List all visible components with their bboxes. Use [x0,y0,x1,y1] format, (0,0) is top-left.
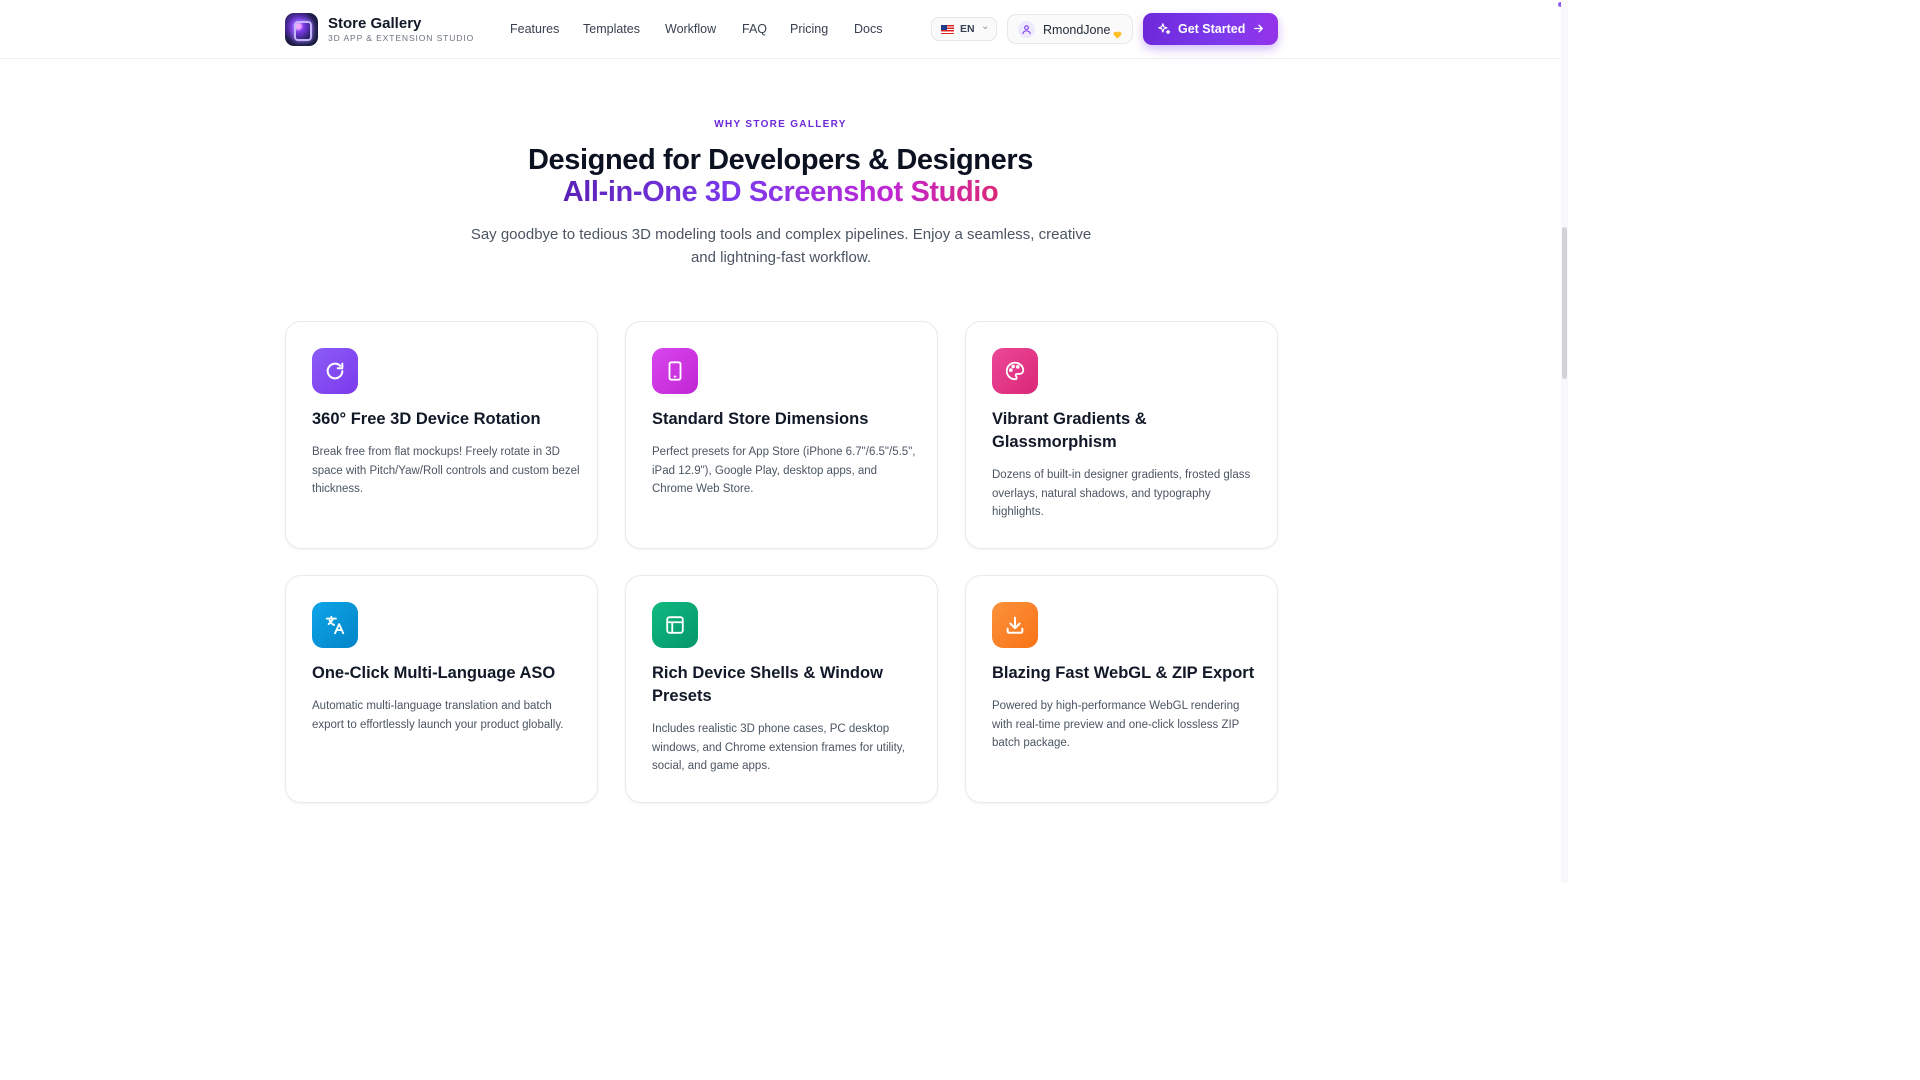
arrow-right-icon [1252,22,1265,40]
nav-link-faq[interactable]: FAQ [742,22,767,36]
translate-icon [312,602,358,648]
nav-link-workflow[interactable]: Workflow [665,22,716,36]
section-subtitle: Say goodbye to tedious 3D modeling tools… [470,226,1092,266]
feature-card: One-Click Multi-Language ASO Automatic m… [285,575,598,803]
chevron-down-icon: ⌄ [981,21,990,32]
app-logo-icon[interactable] [285,13,318,46]
brand-name[interactable]: Store Gallery [328,15,421,32]
user-name: RmondJone [1043,23,1111,37]
palette-icon [992,348,1038,394]
feature-description: Dozens of built-in designer gradients, f… [992,469,1251,519]
feature-card: Standard Store Dimensions Perfect preset… [625,321,938,549]
feature-title: Standard Store Dimensions [652,410,869,428]
feature-card: Vibrant Gradients & Glassmorphism Dozens… [965,321,1278,549]
heart-badge-icon [1113,26,1122,39]
feature-title: 360° Free 3D Device Rotation [312,410,541,428]
brand-subtitle: 3D APP & EXTENSION STUDIO [328,33,475,43]
nav-link-docs[interactable]: Docs [854,22,882,36]
language-code: EN [960,23,975,35]
scrollbar-track[interactable] [1561,0,1568,883]
sparkles-icon [1157,22,1171,41]
get-started-button[interactable]: Get Started [1143,13,1278,45]
user-menu-button[interactable]: RmondJone [1007,14,1133,44]
feature-card: Blazing Fast WebGL & ZIP Export Powered … [965,575,1278,803]
feature-title: One-Click Multi-Language ASO [312,664,556,682]
feature-card: 360° Free 3D Device Rotation Break free … [285,321,598,549]
feature-description: Powered by high-performance WebGL render… [992,700,1240,750]
feature-description: Automatic multi-language translation and… [312,700,564,731]
feature-title: Vibrant Gradients & Glassmorphism [992,410,1147,451]
nav-link-pricing[interactable]: Pricing [790,22,828,36]
user-icon [1018,21,1035,38]
section-title: Designed for Developers & Designers [528,144,1033,176]
feature-description: Perfect presets for App Store (iPhone 6.… [652,446,916,496]
feature-description: Break free from flat mockups! Freely rot… [312,446,580,496]
tablet-icon [652,348,698,394]
feature-title: Blazing Fast WebGL & ZIP Export [992,664,1255,682]
section-title-gradient: All-in-One 3D Screenshot Studio [0,176,1561,209]
nav-link-features[interactable]: Features [510,22,559,36]
us-flag-icon [941,25,954,34]
download-icon [992,602,1038,648]
language-selector[interactable]: EN ⌄ [931,17,997,41]
section-eyebrow: WHY STORE GALLERY [714,119,847,130]
feature-title: Rich Device Shells & Window Presets [652,664,883,705]
top-navbar: Store Gallery 3D APP & EXTENSION STUDIO … [0,0,1561,59]
nav-link-templates[interactable]: Templates [583,22,640,36]
layout-icon [652,602,698,648]
scrollbar-thumb[interactable] [1562,227,1567,379]
feature-description: Includes realistic 3D phone cases, PC de… [652,723,905,773]
get-started-label: Get Started [1178,22,1246,36]
section-title-gradient-text: All-in-One 3D Screenshot Studio [562,176,999,208]
feature-card: Rich Device Shells & Window Presets Incl… [625,575,938,803]
rotate-icon [312,348,358,394]
